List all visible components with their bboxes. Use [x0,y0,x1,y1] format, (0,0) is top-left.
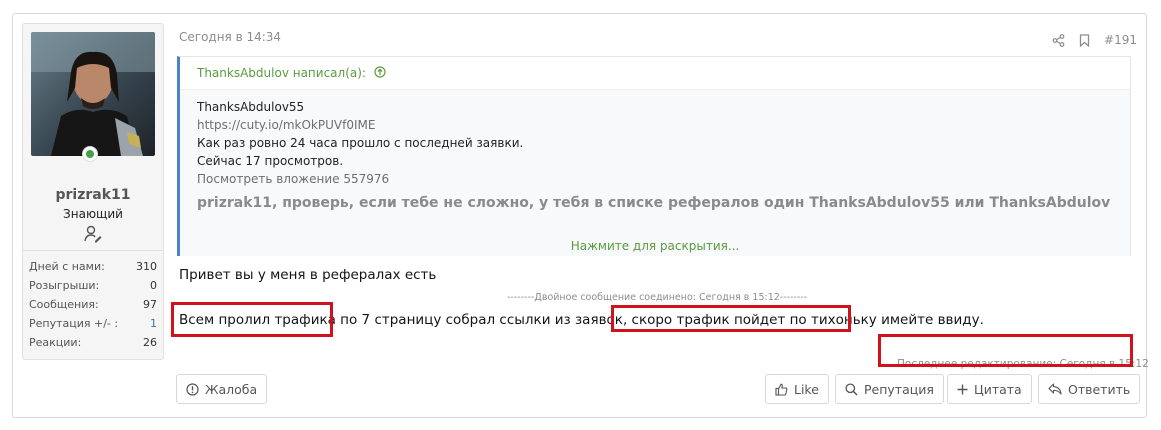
share-icon[interactable] [1052,33,1065,47]
expand-quote-link[interactable]: Нажмите для раскрытия... [180,239,1130,253]
reply-label: Ответить [1068,381,1131,397]
message-text: Привет вы у меня в рефералах есть [179,267,437,283]
quote-block: ThanksAbdulov написал(а): ThanksAbdulov5… [177,56,1131,256]
plus-icon [957,384,968,394]
stat-value: 97 [143,298,157,311]
reputation-label: Репутация [864,381,934,397]
quote-author[interactable]: ThanksAbdulov написал(а): [197,66,366,80]
arrow-up-circle-icon[interactable] [374,66,386,78]
stat-value: 26 [143,336,157,349]
highlight-box [611,305,851,332]
stat-label: Сообщения: [29,298,99,311]
quote-link[interactable]: https://cuty.io/mkOkPUVf0IME [197,116,1113,134]
user-stats: Дней с нами: 310 Розыгрыши: 0 Сообщения:… [29,259,157,354]
stat-label: Репутация +/- : [29,317,119,330]
highlight-box [878,334,1133,367]
stat-row-reputation: Репутация +/- : 1 [29,316,157,335]
like-label: Like [794,381,819,397]
merge-notice: --------Двойное сообщение соединено: Сег… [507,292,808,303]
stat-label: Реакции: [29,336,82,349]
post-date[interactable]: Сегодня в 14:34 [179,30,281,44]
quote-label: Цитата [974,381,1022,397]
stat-value: 0 [150,279,157,292]
post-actions: #191 [1052,33,1137,47]
report-label: Жалоба [205,381,258,397]
quote-line-bold: prizrak11, проверь, если тебе не сложно,… [197,195,1111,211]
like-button[interactable]: Like [765,374,829,404]
stat-row-days: Дней с нами: 310 [29,259,157,278]
quote-line: Сейчас 17 просмотров. [197,154,344,168]
online-status-icon [83,147,97,161]
stat-row-reactions: Реакции: 26 [29,335,157,354]
quote-body: ThanksAbdulov55 https://cuty.io/mkOkPUVf… [180,90,1130,220]
user-panel: prizrak11 Знающий Дней с нами: 310 Розыг… [22,23,164,360]
username[interactable]: prizrak11 [23,187,163,203]
search-icon [845,382,858,396]
reply-icon [1048,383,1062,395]
post-number[interactable]: #191 [1104,33,1137,47]
user-pen-icon [84,225,102,243]
stat-value: 310 [136,260,157,273]
quote-line: Как раз ровно 24 часа прошло с последней… [197,136,524,150]
highlight-box [171,302,333,337]
stats-divider [23,250,163,251]
stat-row-messages: Сообщения: 97 [29,297,157,316]
stat-label: Дней с нами: [29,260,105,273]
quote-header[interactable]: ThanksAbdulov написал(а): [180,57,1130,90]
reputation-button[interactable]: Репутация [835,374,944,404]
bookmark-icon[interactable] [1079,33,1090,47]
alert-circle-icon [186,382,199,396]
stat-value[interactable]: 1 [150,316,157,335]
user-title: Знающий [63,207,123,221]
attachment-link[interactable]: Посмотреть вложение 557976 [197,170,1113,188]
avatar[interactable] [31,32,155,156]
report-button[interactable]: Жалоба [176,374,268,404]
stat-label: Розыгрыши: [29,279,100,292]
reply-button[interactable]: Ответить [1038,374,1141,404]
stat-row-giveaways: Розыгрыши: 0 [29,278,157,297]
thumbs-up-icon [775,383,788,396]
quote-button[interactable]: Цитата [947,374,1032,404]
quote-line: ThanksAbdulov55 [197,100,305,114]
